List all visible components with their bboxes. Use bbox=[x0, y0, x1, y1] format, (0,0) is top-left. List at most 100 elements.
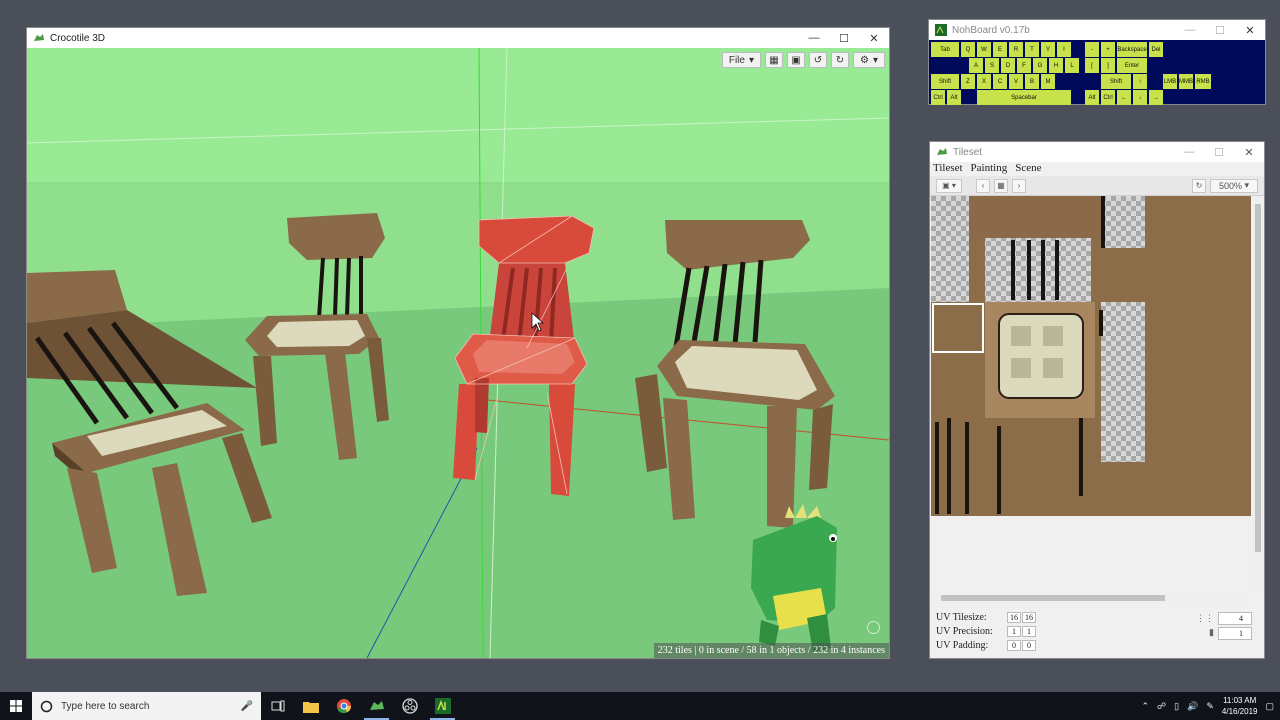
close-button[interactable]: ✕ bbox=[1234, 142, 1264, 162]
maximize-button[interactable]: ☐ bbox=[1204, 142, 1234, 162]
task-view-icon[interactable] bbox=[261, 692, 294, 720]
settings-menu-button[interactable]: ⚙ ▾ bbox=[853, 52, 885, 68]
uv-tilesize-x-input[interactable]: 16 bbox=[1007, 612, 1021, 623]
key: V bbox=[1009, 74, 1023, 89]
uv-padding-y-input[interactable]: 0 bbox=[1022, 640, 1036, 651]
key: Q bbox=[961, 42, 975, 57]
scene-canvas[interactable] bbox=[27, 48, 889, 658]
tileset-toolbar: ▣ ▾ ‹ ▦ › ↻ 500% ▾ bbox=[930, 176, 1264, 196]
uv-settings-panel: UV Tilesize: 16 16 UV Precision: 1 1 UV … bbox=[930, 608, 1264, 658]
key: Backspace bbox=[1117, 42, 1147, 57]
image-menu-icon[interactable]: ▣ ▾ bbox=[936, 178, 962, 193]
tile-grid-icon[interactable]: ▦ bbox=[994, 178, 1008, 193]
menu-scene[interactable]: Scene bbox=[1015, 162, 1041, 176]
chevron-right-icon[interactable]: › bbox=[1012, 178, 1026, 193]
chevron-left-icon[interactable]: ‹ bbox=[976, 178, 990, 193]
key: Shift bbox=[1101, 74, 1131, 89]
horizontal-scrollbar[interactable] bbox=[931, 592, 1251, 604]
close-button[interactable]: ✕ bbox=[1235, 20, 1265, 40]
tileset-titlebar[interactable]: Tileset — ☐ ✕ bbox=[930, 142, 1264, 162]
clock-date: 4/16/2019 bbox=[1221, 707, 1258, 716]
menu-painting[interactable]: Painting bbox=[971, 162, 1008, 176]
battery-icon[interactable]: ▯ bbox=[1174, 701, 1179, 712]
notification-icon[interactable]: ▢ bbox=[1265, 701, 1274, 712]
snap-spin-input[interactable]: 1 bbox=[1218, 627, 1252, 640]
minimize-button[interactable]: — bbox=[1174, 142, 1204, 162]
pen-icon[interactable]: ✎ bbox=[1206, 701, 1214, 712]
key: [ bbox=[1085, 58, 1099, 73]
chrome-icon[interactable] bbox=[327, 692, 360, 720]
minimize-button[interactable]: — bbox=[1175, 20, 1205, 40]
croc-mascot bbox=[751, 504, 837, 652]
key: Tab bbox=[931, 42, 959, 57]
nohboard-title: NohBoard v0.17b bbox=[952, 24, 1030, 36]
bracket-icon: ▮ bbox=[1209, 627, 1214, 637]
key: T bbox=[1025, 42, 1039, 57]
uv-tilesize-label: UV Tilesize: bbox=[936, 612, 987, 623]
file-menu-button[interactable]: File ▾ bbox=[721, 52, 761, 68]
key: ] bbox=[1101, 58, 1115, 73]
keyboard-display: Tab Q W E R T Y I - + Backspace Del A S … bbox=[929, 40, 1265, 105]
clock-time: 11:03 AM bbox=[1223, 696, 1257, 705]
microphone-icon[interactable]: 🎤 bbox=[241, 701, 253, 712]
grid-view-icon[interactable]: ▦ bbox=[765, 52, 783, 68]
uv-precision-y-input[interactable]: 1 bbox=[1022, 626, 1036, 637]
key: LMB bbox=[1163, 74, 1177, 89]
key: → bbox=[1149, 90, 1163, 105]
nohboard-titlebar[interactable]: NohBoard v0.17b — ☐ ✕ bbox=[929, 20, 1265, 40]
tileset-canvas[interactable] bbox=[931, 196, 1251, 516]
3d-viewport[interactable]: File ▾ ▦ ▣ ↺ ↻ ⚙ ▾ 232 tiles | 0 in scen… bbox=[27, 48, 889, 658]
redo-icon[interactable]: ↻ bbox=[831, 52, 849, 68]
chevron-down-icon: ▾ bbox=[872, 54, 878, 66]
system-tray: ⌃ ☍ ▯ 🔊 ✎ 11:03 AM 4/16/2019 ▢ bbox=[1142, 695, 1280, 717]
viewport-toolbar: File ▾ ▦ ▣ ↺ ↻ ⚙ ▾ bbox=[721, 52, 885, 68]
windows-taskbar: Type here to search 🎤 ⌃ ☍ ▯ 🔊 ✎ 11:03 AM… bbox=[0, 692, 1280, 720]
key: ← bbox=[1117, 90, 1131, 105]
chevron-up-icon[interactable]: ⌃ bbox=[1142, 701, 1150, 712]
key: Del bbox=[1149, 42, 1163, 57]
undo-icon[interactable]: ↺ bbox=[809, 52, 827, 68]
menu-tileset[interactable]: Tileset bbox=[933, 162, 963, 176]
zoom-value: 500% bbox=[1218, 180, 1242, 191]
uv-tilesize-row: UV Tilesize: 16 16 bbox=[936, 612, 1036, 623]
key: - bbox=[1085, 42, 1099, 57]
maximize-button[interactable]: ☐ bbox=[1205, 20, 1235, 40]
volume-icon[interactable]: 🔊 bbox=[1187, 701, 1198, 712]
taskbar-search-box[interactable]: Type here to search 🎤 bbox=[32, 692, 261, 720]
key: S bbox=[985, 58, 999, 73]
uv-tilesize-y-input[interactable]: 16 bbox=[1022, 612, 1036, 623]
key: C bbox=[993, 74, 1007, 89]
refresh-icon[interactable]: ↻ bbox=[1192, 178, 1206, 193]
key: I bbox=[1057, 42, 1071, 57]
key: ↓ bbox=[1133, 90, 1147, 105]
taskbar-clock[interactable]: 11:03 AM 4/16/2019 bbox=[1222, 695, 1258, 717]
orbit-indicator-icon[interactable] bbox=[867, 621, 880, 634]
key: R bbox=[1009, 42, 1023, 57]
key: Spacebar bbox=[977, 90, 1071, 105]
obs-icon[interactable] bbox=[393, 692, 426, 720]
network-icon[interactable]: ☍ bbox=[1157, 701, 1166, 712]
key: ↑ bbox=[1133, 74, 1147, 89]
close-button[interactable]: ✕ bbox=[859, 28, 889, 48]
crocotile-window: Crocotile 3D — ☐ ✕ File ▾ ▦ ▣ ↺ ↻ ⚙ ▾ 23… bbox=[26, 27, 890, 659]
z-axis-line bbox=[366, 447, 478, 658]
tileset-title: Tileset bbox=[953, 146, 983, 158]
selection-mode-icon[interactable]: ▣ bbox=[787, 52, 805, 68]
uv-padding-x-input[interactable]: 0 bbox=[1007, 640, 1021, 651]
crocotile-app-icon bbox=[937, 148, 947, 155]
maximize-button[interactable]: ☐ bbox=[829, 28, 859, 48]
gear-icon: ⚙ bbox=[860, 54, 869, 66]
key: + bbox=[1101, 42, 1115, 57]
vertical-scrollbar[interactable] bbox=[1252, 196, 1264, 592]
scene-sky bbox=[27, 48, 889, 183]
minimize-button[interactable]: — bbox=[799, 28, 829, 48]
crocotile-taskbar-icon[interactable] bbox=[360, 692, 393, 720]
nohboard-taskbar-icon[interactable] bbox=[426, 692, 459, 720]
file-explorer-icon[interactable] bbox=[294, 692, 327, 720]
uv-precision-x-input[interactable]: 1 bbox=[1007, 626, 1021, 637]
main-titlebar[interactable]: Crocotile 3D — ☐ ✕ bbox=[27, 28, 889, 48]
key: Alt bbox=[1085, 90, 1099, 105]
grid-spin-input[interactable]: 4 bbox=[1218, 612, 1252, 625]
start-button[interactable] bbox=[0, 692, 32, 720]
zoom-select[interactable]: 500% ▾ bbox=[1210, 178, 1258, 193]
